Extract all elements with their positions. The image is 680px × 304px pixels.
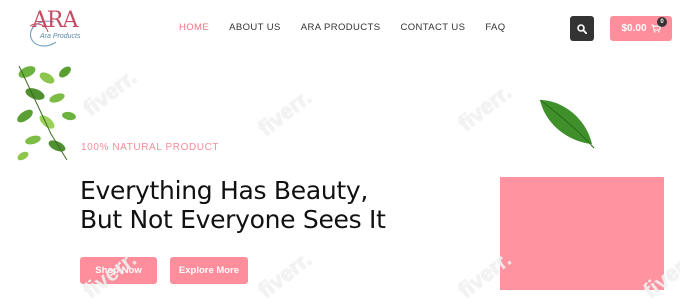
hero-headline-line-1: Everything Has Beauty, xyxy=(80,176,369,205)
logo-script-text: Ara Products xyxy=(40,33,81,40)
shop-now-button[interactable]: Shop Now xyxy=(80,257,157,284)
watermark-text: fiverr. xyxy=(253,84,316,141)
watermark-text: fiverr. xyxy=(453,79,516,136)
cart-count-badge: 0 xyxy=(657,17,667,27)
nav-about-us[interactable]: ABOUT US xyxy=(229,22,281,33)
watermark-text: fiverr. xyxy=(78,64,141,121)
explore-more-button[interactable]: Explore More xyxy=(170,257,248,284)
site-header: ARA Ara Products HOME ABOUT US ARA PRODU… xyxy=(0,0,680,60)
nav-faq[interactable]: FAQ xyxy=(485,22,505,33)
nav-ara-products[interactable]: ARA PRODUCTS xyxy=(301,22,381,33)
nav-home[interactable]: HOME xyxy=(179,22,209,33)
leaf-image xyxy=(539,99,595,149)
search-button[interactable] xyxy=(570,16,594,41)
hero-pink-block xyxy=(500,177,664,290)
main-nav: HOME ABOUT US ARA PRODUCTS CONTACT US FA… xyxy=(179,22,506,33)
nav-contact-us[interactable]: CONTACT US xyxy=(400,22,465,33)
site-logo[interactable]: ARA Ara Products xyxy=(22,6,82,52)
hero-headline-line-2: But Not Everyone Sees It xyxy=(80,205,386,234)
hero-headline: Everything Has Beauty, But Not Everyone … xyxy=(80,176,386,234)
logo-text: ARA xyxy=(32,8,78,33)
leaves-image xyxy=(17,65,76,161)
cart-button[interactable]: $0.00 0 xyxy=(610,16,672,41)
search-icon xyxy=(577,23,587,34)
hero-eyebrow: 100% NATURAL PRODUCT xyxy=(81,142,220,153)
watermark-text: fiverr. xyxy=(253,246,316,303)
cart-total: $0.00 xyxy=(621,23,647,34)
